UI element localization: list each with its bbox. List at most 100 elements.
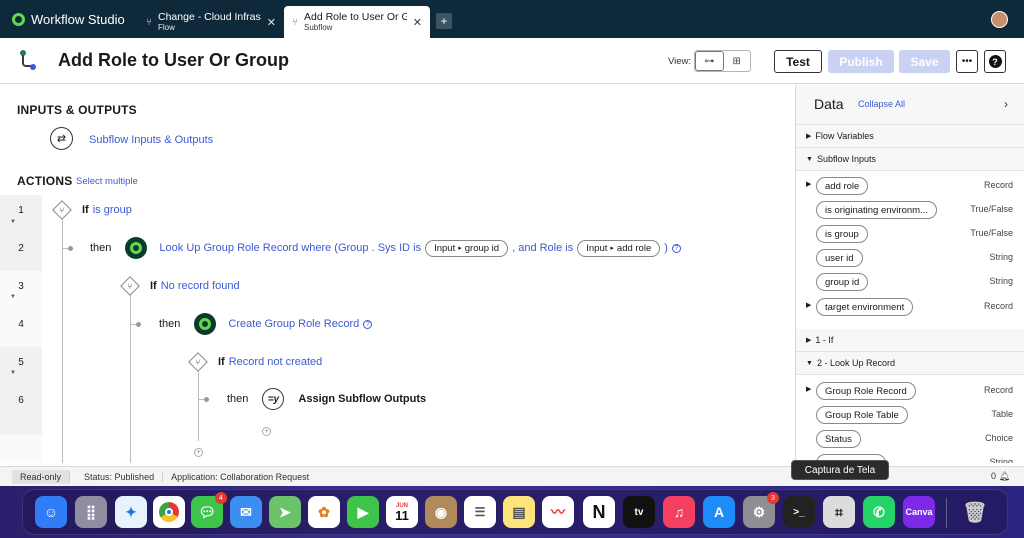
terminal-icon[interactable]: >_ — [783, 496, 815, 528]
chrome-icon[interactable] — [153, 496, 185, 528]
data-type: True/False — [970, 228, 1013, 238]
screenshot-icon[interactable]: ⌗ — [823, 496, 855, 528]
data-pill[interactable]: user id — [816, 249, 863, 267]
apple-tv-icon[interactable]: tv — [623, 496, 655, 528]
whatsapp-icon[interactable]: ✆ — [863, 496, 895, 528]
trash-icon[interactable]: 🗑︎ — [959, 496, 991, 528]
close-icon[interactable]: ✕ — [267, 16, 276, 29]
system-settings-icon[interactable]: ⚙ 3 — [743, 492, 779, 528]
step-3-if[interactable]: If No record found — [150, 280, 240, 292]
launchpad-icon[interactable]: ⣿ — [75, 496, 107, 528]
section-1-if[interactable]: ▶ 1 - If — [796, 329, 1024, 352]
step-4-create[interactable]: then Create Group Role Record ? — [159, 313, 373, 335]
assign-variable-icon: =y — [262, 388, 285, 410]
data-item[interactable]: ▶ Group Role Record Record — [796, 379, 1024, 403]
more-options-button[interactable]: ••• — [956, 50, 978, 73]
step-1-if[interactable]: If is group — [82, 204, 132, 216]
data-item[interactable]: ▶ target environment Record — [796, 295, 1024, 319]
if-branch-icon[interactable]: ⑂ — [52, 200, 72, 220]
workflow-studio-logo-icon — [12, 12, 25, 26]
input-pill-group-id[interactable]: Input ▸ group id — [425, 239, 509, 257]
photos-icon[interactable]: ✿ — [308, 496, 340, 528]
data-item[interactable]: is originating environm... True/False — [796, 198, 1024, 222]
input-pill-add-role[interactable]: Input ▸ add role — [577, 239, 661, 257]
contacts-icon[interactable]: ◉ — [425, 496, 457, 528]
help-icon[interactable]: ? — [363, 319, 373, 329]
notifications-count[interactable]: 0 🔔︎ — [991, 471, 1010, 482]
dock: ☺ ⣿ ✦ 💬︎ 4 ✉ ➤ ✿ ▶ JUN 11 ◉ ☰ ▤ 〰 N tv ♫ … — [22, 489, 1008, 535]
freeform-icon[interactable]: 〰 — [542, 496, 574, 528]
data-item[interactable]: is group True/False — [796, 222, 1024, 246]
step-2-lookup[interactable]: then Look Up Group Role Record where (Gr… — [90, 237, 681, 259]
facetime-icon[interactable]: ▶ — [347, 496, 379, 528]
data-item[interactable]: Status Choice — [796, 427, 1024, 451]
data-pill[interactable]: group id — [816, 273, 869, 291]
mail-icon[interactable]: ✉ — [230, 496, 262, 528]
swap-arrows-icon[interactable]: ⇄ — [50, 127, 73, 150]
expand-caret-icon: ▶ — [806, 133, 812, 140]
safari-icon[interactable]: ✦ — [115, 496, 147, 528]
publish-button[interactable]: Publish — [828, 50, 894, 73]
reminders-icon[interactable]: ☰ — [464, 496, 496, 528]
row-number: 4 — [18, 319, 24, 330]
flow-canvas: INPUTS & OUTPUTS ⇄ Subflow Inputs & Outp… — [0, 85, 795, 463]
data-pill[interactable]: Group Role Record — [816, 382, 916, 400]
row-number: 5 — [18, 357, 24, 368]
save-button[interactable]: Save — [899, 50, 950, 73]
section-2-lookup-record[interactable]: ▼ 2 - Look Up Record — [796, 352, 1024, 375]
new-tab-button[interactable]: + — [436, 13, 452, 29]
grid-view-icon[interactable]: ⊞ — [724, 51, 751, 71]
data-pill[interactable]: is originating environm... — [816, 201, 937, 219]
data-pill[interactable]: is group — [816, 225, 868, 243]
collapse-caret-icon[interactable]: ▼ — [10, 294, 16, 300]
maps-icon[interactable]: ➤ — [269, 496, 301, 528]
app-brand[interactable]: Workflow Studio — [0, 0, 138, 38]
select-multiple-link[interactable]: Select multiple — [76, 176, 138, 187]
expand-caret-icon[interactable]: ▶ — [806, 385, 811, 393]
messages-icon[interactable]: 💬︎ 4 — [191, 492, 227, 528]
collapse-caret-icon[interactable]: ▼ — [10, 370, 16, 376]
then-keyword: then — [227, 393, 249, 405]
step-5-if[interactable]: If Record not created — [218, 356, 322, 368]
app-store-icon[interactable]: A — [703, 496, 735, 528]
data-item[interactable]: Group Role Table Table — [796, 403, 1024, 427]
data-item[interactable]: group id String — [796, 270, 1024, 294]
add-step-icon[interactable]: + — [262, 427, 271, 436]
data-pill[interactable]: add role — [816, 177, 869, 195]
collapse-caret-icon[interactable]: ▼ — [10, 219, 16, 225]
collapse-all-link[interactable]: Collapse All — [858, 99, 905, 109]
canva-icon[interactable]: Canva — [903, 496, 935, 528]
data-pill[interactable]: target environment — [816, 298, 914, 316]
add-step-icon[interactable]: + — [194, 448, 203, 457]
chevron-right-icon[interactable]: › — [1004, 97, 1008, 111]
notion-icon[interactable]: N — [583, 496, 615, 528]
expand-caret-icon[interactable]: ▶ — [806, 301, 811, 309]
test-button[interactable]: Test — [774, 50, 822, 73]
section-flow-variables[interactable]: ▶ Flow Variables — [796, 125, 1024, 148]
lookup-record-icon — [125, 237, 148, 259]
notes-icon[interactable]: ▤ — [503, 496, 535, 528]
if-branch-icon[interactable]: ⑂ — [120, 276, 140, 296]
data-item[interactable]: ▶ add role Record — [796, 174, 1024, 198]
tab-change-cloud-infra[interactable]: ⑂ Change - Cloud Infrastru Flow ✕ — [138, 6, 284, 38]
help-button[interactable]: ? — [984, 50, 1006, 73]
view-label: View: — [668, 56, 692, 67]
subflow-inputs-outputs-link[interactable]: Subflow Inputs & Outputs — [89, 134, 213, 146]
tab-add-role[interactable]: ⑂ Add Role to User Or Gro Subflow ✕ — [284, 6, 430, 38]
finder-icon[interactable]: ☺ — [35, 496, 67, 528]
section-subflow-inputs[interactable]: ▼ Subflow Inputs — [796, 148, 1024, 171]
expand-caret-icon[interactable]: ▶ — [806, 180, 811, 188]
data-pill[interactable]: Status — [816, 430, 861, 448]
help-icon[interactable]: ? — [671, 243, 681, 253]
data-item[interactable]: user id String — [796, 246, 1024, 270]
tree-view-icon[interactable]: ⊶ — [695, 51, 724, 71]
step-6-assign[interactable]: then =y Assign Subflow Outputs — [227, 388, 426, 410]
music-icon[interactable]: ♫ — [663, 496, 695, 528]
if-condition: No record found — [160, 280, 240, 292]
data-pill[interactable]: Group Role Table — [816, 406, 908, 424]
close-icon[interactable]: ✕ — [413, 16, 422, 29]
calendar-day: 11 — [395, 507, 409, 523]
calendar-icon[interactable]: JUN 11 — [386, 496, 418, 528]
avatar[interactable] — [991, 11, 1008, 28]
if-branch-icon[interactable]: ⑂ — [188, 352, 208, 372]
